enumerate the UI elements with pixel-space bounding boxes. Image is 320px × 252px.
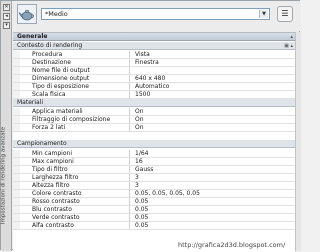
auto-hide-button[interactable]: ◂ [3,13,10,20]
property-label: Min campioni [32,150,130,157]
property-label: Colore contrasto [32,190,130,197]
property-row[interactable]: Nome file di output [13,67,295,75]
palette-title: Impostazioni di rendering avanzate [0,126,7,225]
property-value[interactable]: 640 x 480 [135,75,291,82]
property-label: Alfa contrasto [32,222,130,229]
preset-toolbar: *Medio ▼ ☰ [13,1,301,31]
property-label: Nome file di output [32,67,130,74]
category-campionamento[interactable]: Campionamento [13,140,295,148]
property-label: Max campioni [32,158,130,165]
property-label: Forza 2 lati [32,124,130,131]
property-value[interactable]: Finestra [135,59,291,66]
property-label: Tipo di filtro [32,166,130,173]
menu-icon: ☰ [281,9,289,18]
property-label: Altezza filtro [32,182,130,189]
auto-hide-icon: ◂ [5,13,8,19]
property-value[interactable]: 0.05, 0.05, 0.05, 0.05 [135,190,291,197]
property-row[interactable]: Forza 2 lati On [13,124,295,132]
property-value[interactable]: 1/64 [135,150,291,157]
property-label: Tipo di esposizione [32,83,130,90]
render-target-icon[interactable]: ▣ ▴ [284,42,293,50]
property-row[interactable]: Min campioni 1/64 [13,150,295,158]
property-value[interactable]: 0.05 [135,206,291,213]
property-value[interactable] [135,67,291,74]
preset-menu-button[interactable]: ☰ [277,6,293,22]
property-value[interactable]: 0.05 [135,198,291,205]
category-generale[interactable]: Generale ▴ [13,33,295,41]
palette-title-bar[interactable]: ✕ ◂ ▾ Impostazioni di rendering avanzate [1,1,12,251]
chevron-down-icon[interactable]: ▼ [259,10,268,18]
watermark-text: http://grafica2d3d.blogspot.com/ [178,241,286,249]
property-value[interactable]: 3 [135,182,291,189]
category-generale-label: Generale [17,33,48,40]
property-value[interactable]: 0.05 [135,222,291,229]
property-row[interactable]: Tipo di filtro Gauss [13,166,295,174]
property-row[interactable]: Colore contrasto 0.05, 0.05, 0.05, 0.05 [13,190,295,198]
property-row[interactable]: Larghezza filtro 3 [13,174,295,182]
property-value[interactable]: Automatico [135,83,291,90]
property-row[interactable]: Dimensione output 640 x 480 [13,75,295,83]
property-label: Destinazione [32,59,130,66]
property-value[interactable]: 3 [135,174,291,181]
property-value[interactable]: 0.05 [135,214,291,221]
properties-icon: ▾ [5,22,8,28]
preset-select-value: *Medio [45,10,68,18]
property-label: Rosso contrasto [32,198,130,205]
property-row[interactable]: Procedura Vista [13,51,295,59]
collapse-icon[interactable]: ▴ [290,33,293,41]
property-label: Blu contrasto [32,206,130,213]
preset-select[interactable]: *Medio ▼ [41,8,270,20]
property-value[interactable]: 16 [135,158,291,165]
close-icon: ✕ [4,4,9,10]
close-button[interactable]: ✕ [3,4,10,11]
property-row[interactable]: Filtraggio di composizione On [13,116,295,124]
teapot-icon [17,4,37,24]
property-label: Verde contrasto [32,214,130,221]
property-row[interactable]: Altezza filtro 3 [13,182,295,190]
property-row[interactable]: Tipo di esposizione Automatico [13,83,295,91]
property-label: Procedura [32,51,130,58]
vertical-scrollbar[interactable] [295,32,301,251]
property-value[interactable]: On [135,108,291,115]
properties-button[interactable]: ▾ [3,22,10,29]
property-row[interactable]: Verde contrasto 0.05 [13,214,295,222]
property-row[interactable]: Blu contrasto 0.05 [13,206,295,214]
property-label: Scala fisica [32,91,130,98]
property-value[interactable]: Gauss [135,166,291,173]
property-row[interactable]: Max campioni 16 [13,158,295,166]
property-row[interactable]: Rosso contrasto 0.05 [13,198,295,206]
category-materiali-label: Materiali [17,99,44,106]
render-settings-palette: ✕ ◂ ▾ Impostazioni di rendering avanzate… [0,0,301,252]
category-materiali[interactable]: Materiali [13,99,295,107]
category-contesto-label: Contesto di rendering [17,42,83,49]
property-value[interactable]: 1500 [135,91,291,98]
property-label: Larghezza filtro [32,174,130,181]
properties-grid: Generale ▴ Contesto di rendering ▣ ▴ Pro… [13,32,295,252]
property-row[interactable]: Destinazione Finestra [13,59,295,67]
category-contesto[interactable]: Contesto di rendering ▣ ▴ [13,42,295,50]
property-value[interactable]: On [135,124,291,131]
property-row[interactable]: Applica materiali On [13,108,295,116]
property-label: Applica materiali [32,108,130,115]
category-campionamento-label: Campionamento [17,140,67,147]
property-value[interactable]: On [135,116,291,123]
property-label: Dimensione output [32,75,130,82]
property-row[interactable]: Scala fisica 1500 [13,91,295,99]
property-value[interactable]: Vista [135,51,291,58]
property-label: Filtraggio di composizione [32,116,130,123]
property-row[interactable]: Alfa contrasto 0.05 [13,222,295,230]
